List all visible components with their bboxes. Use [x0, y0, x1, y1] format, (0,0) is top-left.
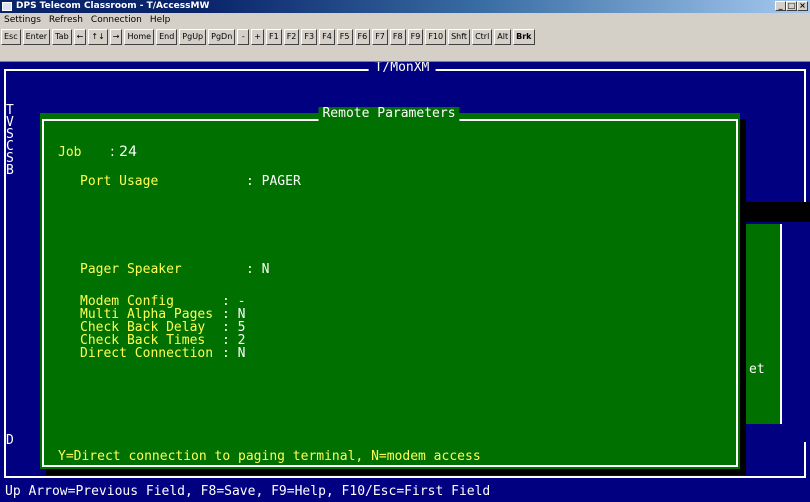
key-ctrl-button[interactable]: Ctrl [472, 29, 493, 45]
key-f8-button[interactable]: F8 [389, 29, 406, 45]
job-value[interactable]: : 24 [110, 145, 137, 159]
pager-speaker-value[interactable]: : N [246, 263, 269, 276]
menu-refresh[interactable]: Refresh [45, 13, 87, 27]
key-pgup-button[interactable]: PgUp [179, 29, 207, 45]
dialog-hint: Y=Direct connection to paging terminal, … [58, 449, 481, 464]
pager-speaker-label: Pager Speaker [80, 262, 182, 277]
job-label: Job [58, 145, 82, 160]
key-minus-button[interactable]: - [237, 29, 250, 45]
menu-settings[interactable]: Settings [0, 13, 45, 27]
window-titlebar: DPS Telecom Classroom - T/AccessMW _ □ × [0, 0, 810, 13]
port-usage-label: Port Usage [80, 174, 159, 189]
app-icon [2, 2, 12, 11]
key-plus-button[interactable]: + [251, 29, 264, 45]
terminal-screen[interactable]: T/MonXM T V S C S B et D Remote Paramete… [0, 62, 810, 502]
key-right-arrow-button[interactable]: → [109, 29, 123, 45]
key-f7-button[interactable]: F7 [372, 29, 388, 45]
bottom-left-letter: D [6, 433, 14, 448]
key-esc-button[interactable]: Esc [1, 29, 21, 45]
menu-connection[interactable]: Connection [87, 13, 146, 27]
key-alt-button[interactable]: Alt [494, 29, 512, 45]
key-home-button[interactable]: Home [124, 29, 155, 45]
key-f1-button[interactable]: F1 [265, 29, 282, 45]
window-controls: _ □ × [775, 1, 808, 11]
key-end-button[interactable]: End [156, 29, 178, 45]
status-line: Up Arrow=Previous Field, F8=Save, F9=Hel… [0, 482, 810, 502]
left-menu-letters: T V S C S B [6, 104, 16, 178]
background-window-text: et [749, 362, 765, 377]
key-f5-button[interactable]: F5 [336, 29, 353, 45]
minimize-icon[interactable]: _ [775, 1, 786, 11]
key-toolbar: Esc Enter Tab ← ↑↓ → Home End PgUp PgDn … [0, 27, 810, 62]
background-window-panel [742, 224, 782, 424]
key-f2-button[interactable]: F2 [283, 29, 300, 45]
direct-connection-value[interactable]: : N [222, 347, 245, 360]
key-pgdn-button[interactable]: PgDn [208, 29, 236, 45]
key-enter-button[interactable]: Enter [22, 29, 51, 45]
key-f9-button[interactable]: F9 [407, 29, 424, 45]
key-f10-button[interactable]: F10 [425, 29, 447, 45]
menu-help[interactable]: Help [146, 13, 175, 27]
key-f6-button[interactable]: F6 [354, 29, 371, 45]
key-f4-button[interactable]: F4 [319, 29, 335, 45]
key-break-button[interactable]: Brk [513, 29, 535, 45]
maximize-icon[interactable]: □ [786, 1, 797, 11]
close-icon[interactable]: × [797, 1, 808, 11]
direct-connection-label: Direct Connection [80, 346, 214, 361]
key-tab-button[interactable]: Tab [52, 29, 72, 45]
remote-parameters-dialog: Remote Parameters Job : 24 Port Usage : … [40, 107, 740, 469]
dialog-frame [42, 119, 738, 467]
key-left-arrow-button[interactable]: ← [73, 29, 87, 45]
key-f3-button[interactable]: F3 [301, 29, 318, 45]
window-title: DPS Telecom Classroom - T/AccessMW [16, 1, 210, 11]
left-letter: B [6, 163, 14, 178]
key-shift-button[interactable]: Shft [448, 29, 471, 45]
background-window-titlebar [742, 202, 810, 222]
dialog-title: Remote Parameters [318, 107, 460, 121]
background-window-fragment: et [742, 202, 810, 442]
screen-title: T/MonXM [368, 62, 436, 75]
menu-bar: Settings Refresh Connection Help [0, 13, 810, 27]
key-up-down-arrow-button[interactable]: ↑↓ [88, 29, 108, 45]
port-usage-value[interactable]: : PAGER [246, 175, 301, 188]
